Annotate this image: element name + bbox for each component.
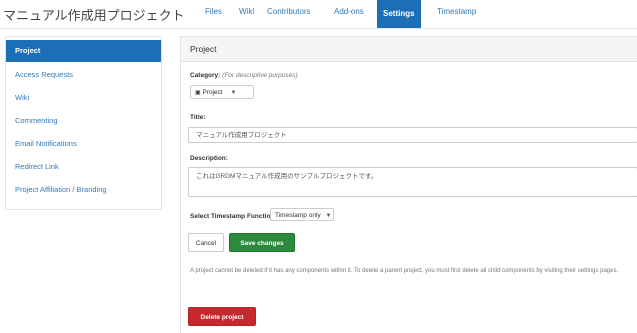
category-label-text: Category: (190, 72, 221, 79)
title-label: Title: (190, 114, 206, 121)
description-label: Description: (190, 155, 228, 162)
timestamp-select-value: Timestamp only (275, 212, 321, 219)
description-textarea[interactable]: これはGRDMマニュアル作成用のサンプルプロジェクトです。 (188, 167, 637, 197)
tab-wiki[interactable]: Wiki (239, 7, 254, 16)
project-settings-panel: Project Category: (For descriptive purpo… (180, 36, 637, 333)
settings-sidebar: Project Access Requests Wiki Commenting … (5, 36, 162, 210)
timestamp-function-select[interactable]: Timestamp only ▼ (270, 208, 334, 221)
sidebar-item-project-affiliation[interactable]: Project Affiliation / Branding (6, 179, 161, 201)
timestamp-function-label: Select Timestamp Function: (190, 213, 277, 220)
delete-project-button[interactable]: Delete project (188, 307, 256, 326)
sidebar-item-wiki[interactable]: Wiki (6, 87, 161, 109)
panel-title: Project (190, 44, 217, 54)
chevron-down-icon: ▼ (230, 90, 237, 96)
tab-contributors[interactable]: Contributors (267, 7, 311, 16)
sidebar-item-commenting[interactable]: Commenting (6, 110, 161, 132)
sidebar-item-access-requests[interactable]: Access Requests (6, 64, 161, 86)
delete-project-note: A project cannot be deleted if it has an… (190, 268, 619, 274)
tab-add-ons[interactable]: Add-ons (334, 7, 364, 16)
panel-header: Project (181, 37, 637, 62)
sidebar-item-redirect-link[interactable]: Redirect Link (6, 156, 161, 178)
project-category-icon: ▣ (195, 90, 201, 96)
project-title-link[interactable]: マニュアル作成用プロジェクト (3, 5, 185, 24)
cancel-button[interactable]: Cancel (188, 233, 224, 252)
tab-settings[interactable]: Settings (377, 0, 421, 28)
category-hint: (For descriptive purposes) (222, 72, 298, 79)
tab-files[interactable]: Files (205, 7, 222, 16)
sidebar-item-email-notifications[interactable]: Email Notifications (6, 133, 161, 155)
category-select-value: Project (202, 89, 223, 96)
top-navbar: マニュアル作成用プロジェクト Files Wiki Contributors A… (0, 0, 637, 29)
chevron-down-icon: ▼ (325, 213, 332, 219)
category-label: Category: (For descriptive purposes) (190, 72, 298, 79)
category-select[interactable]: ▣ Project ▼ (190, 85, 254, 99)
tab-timestamp[interactable]: Timestamp (437, 7, 476, 16)
save-changes-button[interactable]: Save changes (229, 233, 295, 252)
title-input[interactable]: マニュアル作成用プロジェクト (188, 127, 637, 143)
sidebar-item-project[interactable]: Project (6, 40, 161, 62)
